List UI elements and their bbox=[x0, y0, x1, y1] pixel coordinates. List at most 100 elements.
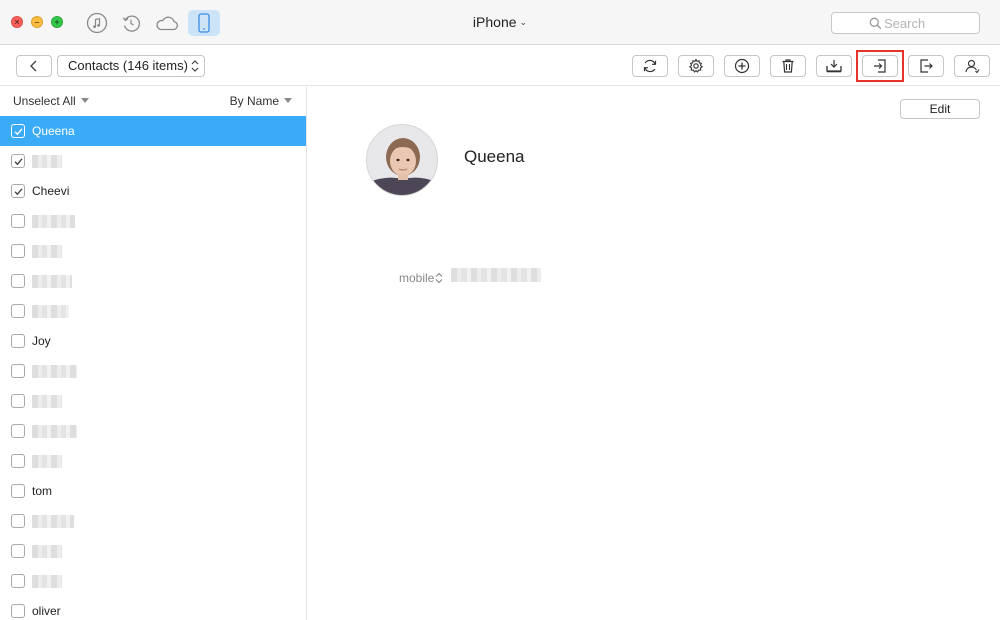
checkbox[interactable] bbox=[11, 514, 25, 528]
contact-row[interactable]: Queena bbox=[0, 116, 306, 146]
checkbox[interactable] bbox=[11, 394, 25, 408]
contact-row-name: Cheevi bbox=[32, 184, 70, 198]
phone-label: mobile bbox=[399, 271, 435, 285]
contact-card-icon bbox=[965, 59, 980, 74]
search-input[interactable] bbox=[884, 15, 974, 31]
contact-row-name-redacted bbox=[32, 515, 74, 528]
cloud-icon bbox=[156, 16, 178, 31]
contact-row-name-redacted bbox=[32, 425, 77, 438]
contact-row-name-redacted bbox=[32, 545, 62, 558]
contact-row[interactable]: Cheevi bbox=[0, 176, 306, 206]
phone-label-selector[interactable]: mobile bbox=[399, 271, 443, 285]
contact-row[interactable] bbox=[0, 506, 306, 536]
checkbox[interactable] bbox=[11, 424, 25, 438]
contact-row[interactable] bbox=[0, 536, 306, 566]
unselect-all-dropdown[interactable]: Unselect All bbox=[13, 94, 89, 108]
device-selector[interactable]: iPhone ⌄ bbox=[440, 14, 560, 30]
refresh-button[interactable] bbox=[632, 55, 668, 77]
to-computer-button[interactable] bbox=[816, 55, 852, 77]
add-icon bbox=[734, 58, 750, 74]
window-maximize-button[interactable]: + bbox=[51, 16, 63, 28]
checkbox[interactable] bbox=[11, 484, 25, 498]
avatar-photo-icon bbox=[367, 125, 437, 195]
back-button[interactable] bbox=[16, 55, 52, 77]
checkbox[interactable] bbox=[11, 454, 25, 468]
checkbox[interactable] bbox=[11, 334, 25, 348]
contact-card-button[interactable] bbox=[954, 55, 990, 77]
contact-row[interactable] bbox=[0, 236, 306, 266]
window-close-button[interactable]: × bbox=[11, 16, 23, 28]
export-button[interactable] bbox=[908, 55, 944, 77]
refresh-icon bbox=[643, 59, 657, 73]
contact-row-name-redacted bbox=[32, 215, 75, 228]
settings-button[interactable] bbox=[678, 55, 714, 77]
checkmark-icon bbox=[14, 158, 23, 166]
unselect-all-label: Unselect All bbox=[13, 94, 76, 108]
music-nav-button[interactable] bbox=[83, 9, 111, 37]
add-button[interactable] bbox=[724, 55, 760, 77]
restore-history-icon bbox=[122, 15, 141, 32]
phone-number-redacted bbox=[451, 268, 541, 282]
contact-row-name-redacted bbox=[32, 245, 62, 258]
contact-row[interactable] bbox=[0, 296, 306, 326]
cloud-nav-button[interactable] bbox=[153, 9, 181, 37]
checkbox[interactable] bbox=[11, 274, 25, 288]
checkbox[interactable] bbox=[11, 304, 25, 318]
contact-row[interactable] bbox=[0, 356, 306, 386]
contact-row[interactable] bbox=[0, 416, 306, 446]
contact-list-panel: Unselect All By Name Queena Cheevi Joy tom o… bbox=[0, 87, 307, 620]
device-nav-button[interactable] bbox=[188, 10, 220, 36]
checkbox[interactable] bbox=[11, 244, 25, 258]
checkbox[interactable] bbox=[11, 214, 25, 228]
contact-row-name-redacted bbox=[32, 305, 69, 318]
chevron-left-icon bbox=[30, 60, 37, 72]
triangle-down-icon bbox=[80, 98, 89, 103]
contact-row-name: Joy bbox=[32, 334, 51, 348]
contact-row[interactable]: tom bbox=[0, 476, 306, 506]
triangle-down-icon bbox=[284, 98, 292, 103]
contact-row[interactable]: Joy bbox=[0, 326, 306, 356]
title-bar: × – + iPhone ⌄ bbox=[0, 0, 1000, 45]
sort-label: By Name bbox=[229, 94, 279, 108]
trash-icon bbox=[782, 59, 794, 73]
contact-row-name-redacted bbox=[32, 365, 77, 378]
contact-row[interactable] bbox=[0, 266, 306, 296]
checkbox[interactable] bbox=[11, 604, 25, 618]
checkbox[interactable] bbox=[11, 544, 25, 558]
contact-row[interactable]: oliver bbox=[0, 596, 306, 620]
contact-row-name: oliver bbox=[32, 604, 61, 618]
contact-row-name: Queena bbox=[32, 124, 75, 138]
contact-detail-panel: Edit Queena mobile bbox=[308, 87, 1000, 620]
phone-icon bbox=[198, 13, 210, 33]
window-minimize-button[interactable]: – bbox=[31, 16, 43, 28]
checkbox[interactable] bbox=[11, 364, 25, 378]
contact-row[interactable] bbox=[0, 146, 306, 176]
music-note-icon bbox=[86, 12, 108, 34]
checkbox-checked[interactable] bbox=[11, 124, 25, 138]
category-select[interactable]: Contacts (146 items) bbox=[57, 55, 205, 77]
contact-row[interactable] bbox=[0, 566, 306, 596]
updown-arrows-icon bbox=[435, 272, 443, 284]
chevron-down-icon: ⌄ bbox=[519, 17, 528, 27]
contact-row-name-redacted bbox=[32, 155, 62, 168]
contact-row[interactable] bbox=[0, 206, 306, 236]
export-icon bbox=[920, 59, 933, 73]
category-label: Contacts (146 items) bbox=[68, 58, 188, 73]
search-icon bbox=[869, 17, 882, 30]
contact-row-name-redacted bbox=[32, 395, 62, 408]
avatar bbox=[366, 124, 438, 196]
checkbox[interactable] bbox=[11, 574, 25, 588]
delete-button[interactable] bbox=[770, 55, 806, 77]
toolbar: Contacts (146 items) bbox=[0, 46, 1000, 86]
edit-button[interactable]: Edit bbox=[900, 99, 980, 119]
checkbox-checked[interactable] bbox=[11, 184, 25, 198]
contact-row[interactable] bbox=[0, 386, 306, 416]
contact-row[interactable] bbox=[0, 446, 306, 476]
restore-nav-button[interactable] bbox=[117, 9, 145, 37]
checkbox-checked[interactable] bbox=[11, 154, 25, 168]
to-computer-icon bbox=[826, 60, 842, 73]
checkmark-icon bbox=[14, 128, 23, 136]
sort-dropdown[interactable]: By Name bbox=[230, 94, 292, 108]
search-box[interactable] bbox=[831, 12, 980, 34]
contact-row-name-redacted bbox=[32, 455, 62, 468]
